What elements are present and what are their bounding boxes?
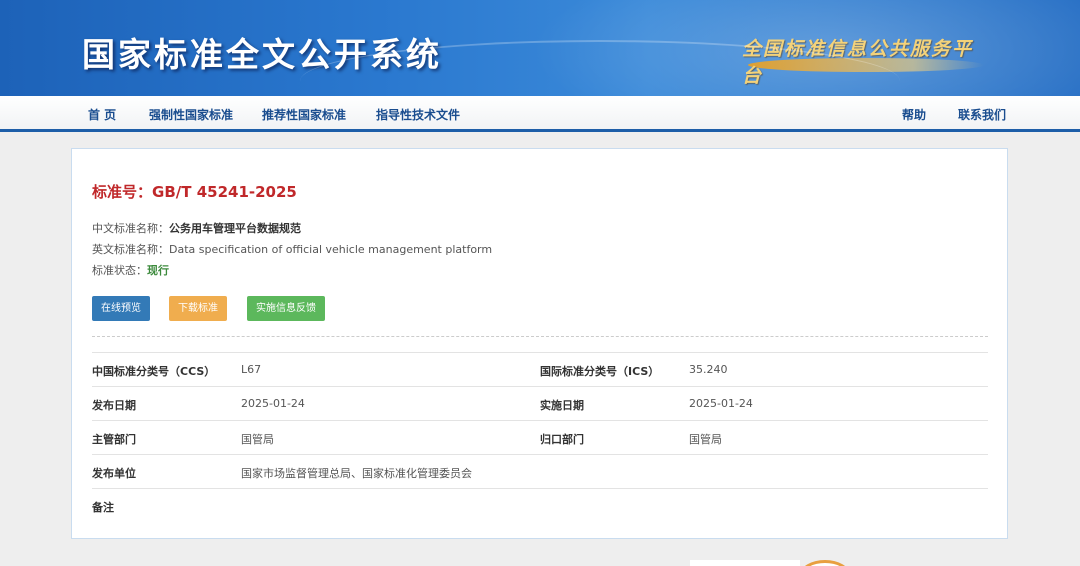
floating-badge-icon[interactable]: [800, 560, 850, 566]
nav-contact-us[interactable]: 联系我们: [958, 106, 1006, 123]
table-row: 发布日期 2025-01-24 实施日期 2025-01-24: [92, 386, 988, 420]
status-row: 标准状态：现行: [92, 262, 169, 278]
table-row: 中国标准分类号（CCS） L67 国际标准分类号（ICS） 35.240: [92, 352, 988, 386]
standard-detail-panel: 标准号：GB/T 45241-2025 中文标准名称：公务用车管理平台数据规范 …: [71, 148, 1008, 539]
footer-fragment: [690, 560, 800, 566]
english-name-row: 英文标准名称：Data specification of official ve…: [92, 241, 492, 257]
nav-help[interactable]: 帮助: [902, 106, 926, 123]
table-row: 发布单位 国家市场监督管理总局、国家标准化管理委员会: [92, 454, 988, 488]
standard-number-label: 标准号：: [92, 183, 153, 201]
ccs-value: L67: [241, 363, 262, 376]
standard-info-table: 中国标准分类号（CCS） L67 国际标准分类号（ICS） 35.240 发布日…: [92, 352, 988, 522]
download-standard-button[interactable]: 下载标准: [169, 296, 227, 321]
status-value: 现行: [147, 264, 169, 277]
issuer-value: 国家市场监督管理总局、国家标准化管理委员会: [241, 467, 472, 480]
table-row: 主管部门 国管局 归口部门 国管局: [92, 420, 988, 454]
chinese-name-label: 中文标准名称：: [92, 222, 169, 235]
standard-number-heading: 标准号：GB/T 45241-2025: [92, 181, 297, 202]
dashed-divider: [92, 336, 988, 337]
english-name: Data specification of official vehicle m…: [169, 243, 493, 256]
platform-name: 全国标准信息公共服务平台: [742, 38, 974, 87]
english-name-label: 英文标准名称：: [92, 243, 169, 256]
standard-number: GB/T 45241-2025: [152, 183, 297, 201]
chinese-name-row: 中文标准名称：公务用车管理平台数据规范: [92, 220, 301, 236]
nav-mandatory-standards[interactable]: 强制性国家标准: [149, 106, 233, 123]
nav-home[interactable]: 首 页: [88, 106, 116, 123]
publish-date-value: 2025-01-24: [241, 397, 305, 410]
remark-label: 备注: [92, 501, 114, 514]
site-banner: 国家标准全文公开系统 全国标准信息公共服务平台: [0, 0, 1080, 96]
ccs-label: 中国标准分类号（CCS）: [92, 365, 216, 378]
nav-recommended-standards[interactable]: 推荐性国家标准: [262, 106, 346, 123]
site-title: 国家标准全文公开系统: [82, 35, 442, 74]
implementation-feedback-button[interactable]: 实施信息反馈: [247, 296, 325, 321]
ics-label: 国际标准分类号（ICS）: [540, 365, 660, 378]
online-preview-button[interactable]: 在线预览: [92, 296, 150, 321]
owner-dept-label: 归口部门: [540, 433, 584, 446]
nav-guidance-documents[interactable]: 指导性技术文件: [376, 106, 460, 123]
publish-date-label: 发布日期: [92, 399, 136, 412]
main-nav: 首 页 强制性国家标准 推荐性国家标准 指导性技术文件 帮助 联系我们: [0, 96, 1080, 132]
issuer-label: 发布单位: [92, 467, 136, 480]
status-label: 标准状态：: [92, 264, 147, 277]
implement-date-label: 实施日期: [540, 399, 584, 412]
implement-date-value: 2025-01-24: [689, 397, 753, 410]
dept-value: 国管局: [241, 433, 274, 446]
table-row: 备注: [92, 488, 988, 522]
ics-value: 35.240: [689, 363, 728, 376]
dept-label: 主管部门: [92, 433, 136, 446]
platform-logo[interactable]: 全国标准信息公共服务平台: [742, 34, 987, 87]
chinese-name: 公务用车管理平台数据规范: [169, 222, 301, 235]
owner-dept-value: 国管局: [689, 433, 722, 446]
